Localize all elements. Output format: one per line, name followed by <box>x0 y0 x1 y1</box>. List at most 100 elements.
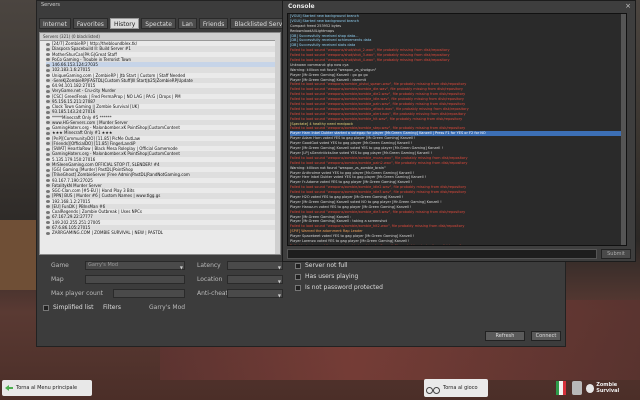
simplified-list-checkbox[interactable] <box>43 305 49 311</box>
console-output[interactable]: [VGUI] Started new background branch [VGU… <box>287 13 627 246</box>
server-list-rows: [24/7] ZombieRP | http://thebloundblex.t… <box>40 41 280 235</box>
server-name: 95.156.15.211:27087 <box>52 98 96 104</box>
console-scrollbar[interactable] <box>621 14 626 245</box>
connect-button[interactable]: Connect <box>531 331 561 341</box>
console-input[interactable] <box>287 249 597 259</box>
server-name: [PPN] BUS | Murder #6 | Custom Names | w… <box>52 193 161 199</box>
server-name: MrSleenGaming.com OFFICIAL STOP IT, SLEN… <box>52 161 160 167</box>
server-game-icon <box>46 89 50 93</box>
tab-internet[interactable]: Internet <box>39 18 71 29</box>
server-list-scrollbar[interactable] <box>275 40 280 254</box>
server-game-icon <box>46 215 50 219</box>
server-name: FatalitykN Murder Server <box>52 182 102 188</box>
tab-history[interactable]: History <box>109 18 140 29</box>
server-game-icon <box>46 42 50 46</box>
server-game-icon <box>46 63 50 67</box>
server-browser-title: Servers <box>41 2 61 8</box>
server-game-icon <box>46 121 50 125</box>
server-row[interactable]: ZARRGAMING.COM | ZOMBIE SURVIVAL | NEW |… <box>46 230 280 235</box>
anticheat-select[interactable]: ▼ <box>227 289 283 298</box>
not-password-protected-checkbox[interactable] <box>295 285 301 291</box>
server-name: -SereK|ZombieRP|FASTDL|Custom Stuff|Ill … <box>52 77 193 83</box>
server-name: www.HG-Servers.com | Murder Server <box>52 119 128 125</box>
server-name: GamingHaters.org - Malonbomber.xK PointS… <box>52 151 180 157</box>
server-name: [TrikeGhost] ZombieServer |Free Admin|Pa… <box>52 172 190 178</box>
back-to-main-menu-button[interactable]: Torna al Menu principale <box>2 380 92 396</box>
settings-icon[interactable] <box>572 381 582 395</box>
location-label: Location <box>197 276 223 283</box>
simplified-list-label: Simplified list <box>53 304 94 311</box>
anticheat-label: Anti-cheat <box>197 290 228 297</box>
console-line: Failed to load sound "weapons/zombie/zom… <box>290 243 468 246</box>
chevron-down-icon: ▼ <box>277 265 281 270</box>
server-game-icon <box>46 110 50 114</box>
server-name: CoalRegends | Zombie Outbreak | Uses NPC… <box>52 209 142 214</box>
not-password-protected-label: Is not password protected <box>305 284 383 291</box>
chevron-down-icon: ▼ <box>277 279 281 284</box>
server-name: SGC-Clan.com [#5-EU] | Hand Play 3 Bits <box>52 188 135 193</box>
has-users-playing-checkbox[interactable] <box>295 274 301 280</box>
chevron-down-icon: ▼ <box>277 293 281 298</box>
tab-friends[interactable]: Friends <box>198 18 229 29</box>
return-to-game-button[interactable]: Torna al gioco <box>424 379 488 397</box>
location-select[interactable]: ▼ <box>227 275 283 284</box>
server-name: 192.168.1.2:27015 <box>52 198 91 204</box>
server-game-icon <box>46 231 50 235</box>
server-name: [Friends][OfficialDO] [11.85] FingerLand… <box>52 140 136 146</box>
server-name: 5.135.179.150:27016 <box>52 156 96 162</box>
server-game-icon <box>46 47 50 51</box>
server-game-icon <box>46 116 50 119</box>
server-not-full-label: Server not full <box>305 262 348 269</box>
server-name: [EU] FunDK | PBInsMan #6 <box>52 203 106 209</box>
server-game-icon <box>46 126 50 130</box>
map-label: Map <box>51 276 64 283</box>
refresh-button[interactable]: Refresh <box>485 331 525 341</box>
max-player-count-input[interactable] <box>113 289 185 298</box>
console-lines: [VGUI] Started new background branch [VGU… <box>290 14 626 246</box>
server-list-header[interactable]: Servers (321) (0 blacklisted) <box>40 33 280 41</box>
server-name: MotherShurCan|PA:G|Great Staff <box>52 51 117 57</box>
map-input[interactable] <box>85 275 185 284</box>
tab-lan[interactable]: Lan <box>177 18 197 29</box>
server-game-icon <box>46 137 50 140</box>
latency-select[interactable]: ▼ <box>227 261 283 270</box>
gamemode-button[interactable]: Zombie Survival <box>586 380 638 396</box>
has-users-playing-label: Has users playing <box>305 273 359 280</box>
server-game-icon <box>46 210 50 214</box>
server-game-icon <box>46 158 50 161</box>
server-game-icon <box>46 200 50 203</box>
server-list[interactable]: Servers (321) (0 blacklisted) [24/7] Zom… <box>39 32 281 255</box>
server-game-icon <box>46 226 50 230</box>
server-name: UniqueGaming.com | ZombieRP | Jtb Start … <box>52 72 186 78</box>
server-name: Diaspora Spacebuild II: Build Server #1 <box>52 46 131 52</box>
console-title: Console <box>288 3 315 10</box>
server-game-icon <box>46 142 50 146</box>
server-game-icon <box>46 84 50 88</box>
server-name: 93.185.143.24:27016 <box>52 109 96 115</box>
server-game-icon <box>46 221 50 224</box>
server-game-icon <box>46 168 50 172</box>
close-icon[interactable]: × <box>625 2 631 10</box>
server-game-icon <box>46 163 50 167</box>
server-game-icon <box>46 205 50 209</box>
server-game-icon <box>46 53 50 56</box>
server-name: [PnP][CommunityDO] [11.85] PicMe OutLaw <box>52 135 141 141</box>
submit-button[interactable]: Submit <box>601 249 631 259</box>
back-to-main-menu-label: Torna al Menu principale <box>16 385 78 391</box>
server-name: ZARRGAMING.COM | ZOMBIE SURVIVAL | NEW |… <box>52 230 164 235</box>
server-game-icon <box>46 189 50 193</box>
tab-favorites[interactable]: Favorites <box>72 18 108 29</box>
server-name: [CSC] GreedFreak | Fred PermaProp | NO L… <box>52 93 181 99</box>
game-select[interactable]: Garry's Mod ▼ <box>85 261 185 270</box>
server-game-icon <box>46 74 50 77</box>
server-game-icon <box>46 100 50 104</box>
server-game-icon <box>46 179 50 182</box>
server-name: 64.94.101.182:27015 <box>52 83 96 88</box>
tab-spectate[interactable]: Spectate <box>141 18 176 29</box>
server-game-icon <box>46 184 50 188</box>
server-not-full-checkbox[interactable] <box>295 263 301 269</box>
italy-flag-icon[interactable] <box>556 381 566 395</box>
server-name: 67.6.86.105:27015 <box>52 224 91 230</box>
return-to-game-label: Torna al gioco <box>443 385 478 391</box>
filters-toggle[interactable]: Filters <box>103 304 121 311</box>
